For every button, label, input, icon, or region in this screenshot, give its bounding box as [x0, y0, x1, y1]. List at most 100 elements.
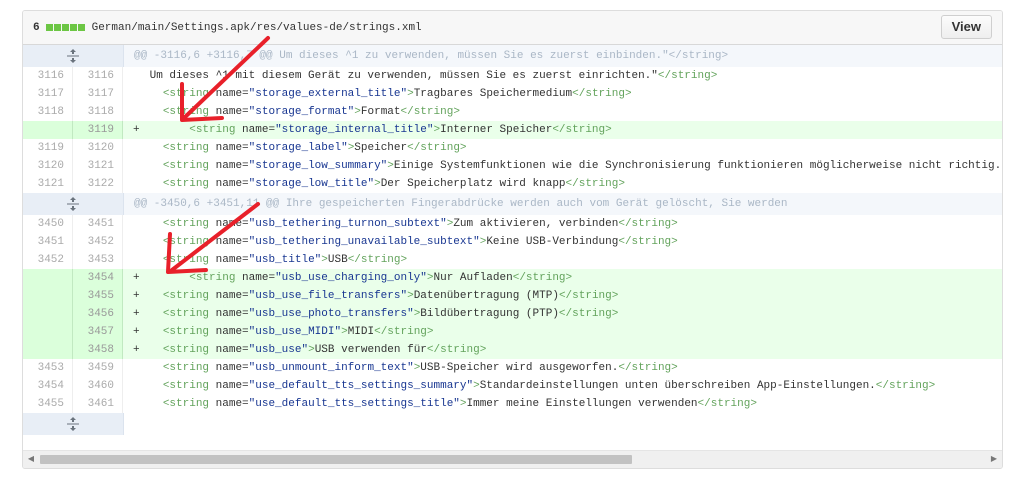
old-line-number[interactable]	[23, 269, 73, 287]
diff-sign	[123, 175, 143, 193]
new-line-number[interactable]: 3456	[73, 305, 123, 323]
hunk-lines: 3450 3451 <string name="usb_tethering_tur…	[23, 215, 1002, 413]
code-text: <string name="usb_use">USB verwenden für…	[162, 344, 487, 356]
old-line-number[interactable]: 3117	[23, 85, 73, 103]
new-line-number[interactable]: 3457	[73, 323, 123, 341]
diff-sign	[123, 67, 143, 85]
added-line: 3457 + <string name="usb_use_MIDI">MIDI</…	[23, 323, 1002, 341]
old-line-number[interactable]: 3119	[23, 139, 73, 157]
horizontal-scrollbar[interactable]: ◀ ▶	[23, 450, 1002, 468]
old-line-number[interactable]: 3116	[23, 67, 73, 85]
diff-sign	[123, 395, 143, 413]
unfold-icon[interactable]	[23, 413, 124, 435]
context-line: 3451 3452 <string name="usb_tethering_una…	[23, 233, 1002, 251]
new-line-number[interactable]: 3453	[73, 251, 123, 269]
code-text: <string name="storage_format">Format</st…	[162, 106, 460, 118]
diff-sign	[123, 251, 143, 269]
diffstat-block	[53, 24, 61, 31]
diff-sign: +	[133, 344, 140, 356]
old-line-number[interactable]	[23, 121, 73, 139]
new-line-number[interactable]: 3116	[73, 67, 123, 85]
hunk-header: @@ -3450,6 +3451,11 @@ Ihre gespeicherte…	[23, 193, 1002, 215]
old-line-number[interactable]: 3121	[23, 175, 73, 193]
code-text: <string name="usb_use_photo_transfers">B…	[162, 308, 619, 320]
context-line: 3119 3120 <string name="storage_label">Sp…	[23, 139, 1002, 157]
scroll-left-icon[interactable]: ◀	[23, 451, 39, 467]
new-line-number[interactable]: 3455	[73, 287, 123, 305]
added-line: 3454 + <string name="usb_use_charging_onl…	[23, 269, 1002, 287]
diff-sign	[123, 359, 143, 377]
unfold-icon[interactable]	[23, 193, 124, 215]
context-line: 3118 3118 <string name="storage_format">F…	[23, 103, 1002, 121]
new-line-number[interactable]: 3118	[73, 103, 123, 121]
new-line-number[interactable]: 3458	[73, 341, 123, 359]
code-text: <string name="usb_title">USB</string>	[162, 254, 408, 266]
file-path[interactable]: German/main/Settings.apk/res/values-de/s…	[92, 22, 422, 34]
context-line: 3455 3461 <string name="use_default_tts_s…	[23, 395, 1002, 413]
diff-sign	[123, 139, 143, 157]
diffstat-bar	[45, 24, 86, 31]
code-text: <string name="storage_low_summary">Einig…	[162, 160, 1002, 172]
context-line: 3454 3460 <string name="use_default_tts_s…	[23, 377, 1002, 395]
unfold-icon[interactable]	[23, 45, 124, 67]
diffstat-count: 6	[33, 21, 40, 34]
old-line-number[interactable]: 3451	[23, 233, 73, 251]
code-text: <string name="usb_tethering_turnon_subte…	[162, 218, 678, 230]
code-text: <string name="storage_label">Speicher</s…	[162, 142, 467, 154]
hunk-lines: 3116 3116 Um dieses ^1 mit diesem Gerät z…	[23, 67, 1002, 193]
context-line: 3121 3122 <string name="storage_low_title…	[23, 175, 1002, 193]
diff-sign: +	[133, 124, 140, 136]
new-line-number[interactable]: 3119	[73, 121, 123, 139]
code-text: <string name="usb_use_file_transfers">Da…	[162, 290, 619, 302]
code-text: <string name="usb_unmount_inform_text">U…	[162, 362, 678, 374]
new-line-number[interactable]: 3451	[73, 215, 123, 233]
code-text: <string name="usb_tethering_unavailable_…	[162, 236, 678, 248]
old-line-number[interactable]: 3118	[23, 103, 73, 121]
diffstat-block	[45, 24, 53, 31]
old-line-number[interactable]: 3452	[23, 251, 73, 269]
diffstat-block	[69, 24, 77, 31]
code-text: <string name="storage_internal_title">In…	[189, 124, 612, 136]
code-text: <string name="storage_external_title">Tr…	[162, 88, 632, 100]
diff-sign	[123, 103, 143, 121]
scroll-right-icon[interactable]: ▶	[986, 451, 1002, 467]
hunk-header: @@ -3116,6 +3116,7 @@ Um dieses ^1 zu ve…	[23, 45, 1002, 67]
context-line: 3117 3117 <string name="storage_external_…	[23, 85, 1002, 103]
hunk-footer	[23, 413, 1002, 435]
old-line-number[interactable]	[23, 287, 73, 305]
diff-table: @@ -3116,6 +3116,7 @@ Um dieses ^1 zu ve…	[23, 45, 1002, 435]
hunk-header-text: @@ -3450,6 +3451,11 @@ Ihre gespeicherte…	[134, 198, 788, 210]
old-line-number[interactable]	[23, 323, 73, 341]
new-line-number[interactable]: 3452	[73, 233, 123, 251]
old-line-number[interactable]: 3453	[23, 359, 73, 377]
diff-file: 6 German/main/Settings.apk/res/values-de…	[22, 10, 1003, 469]
new-line-number[interactable]: 3122	[73, 175, 123, 193]
view-button[interactable]: View	[940, 15, 992, 39]
new-line-number[interactable]: 3454	[73, 269, 123, 287]
diff-sign	[123, 85, 143, 103]
diff-sign: +	[133, 308, 140, 320]
new-line-number[interactable]: 3121	[73, 157, 123, 175]
diffstat-block	[77, 24, 85, 31]
diff-sign: +	[133, 272, 140, 284]
old-line-number[interactable]	[23, 305, 73, 323]
diff-sign	[123, 215, 143, 233]
old-line-number[interactable]: 3120	[23, 157, 73, 175]
diff-sign	[123, 157, 143, 175]
code-text: <string name="usb_use_MIDI">MIDI</string…	[162, 326, 434, 338]
new-line-number[interactable]: 3461	[73, 395, 123, 413]
old-line-number[interactable]: 3450	[23, 215, 73, 233]
old-line-number[interactable]	[23, 341, 73, 359]
new-line-number[interactable]: 3460	[73, 377, 123, 395]
hunk-header-text: @@ -3116,6 +3116,7 @@ Um dieses ^1 zu ve…	[134, 50, 729, 62]
context-line: 3120 3121 <string name="storage_low_summa…	[23, 157, 1002, 175]
new-line-number[interactable]: 3120	[73, 139, 123, 157]
diff-sign: +	[133, 326, 140, 338]
old-line-number[interactable]: 3454	[23, 377, 73, 395]
added-line: 3458 + <string name="usb_use">USB verwend…	[23, 341, 1002, 359]
diff-sign: +	[133, 290, 140, 302]
new-line-number[interactable]: 3117	[73, 85, 123, 103]
scroll-thumb[interactable]	[40, 455, 632, 464]
new-line-number[interactable]: 3459	[73, 359, 123, 377]
old-line-number[interactable]: 3455	[23, 395, 73, 413]
